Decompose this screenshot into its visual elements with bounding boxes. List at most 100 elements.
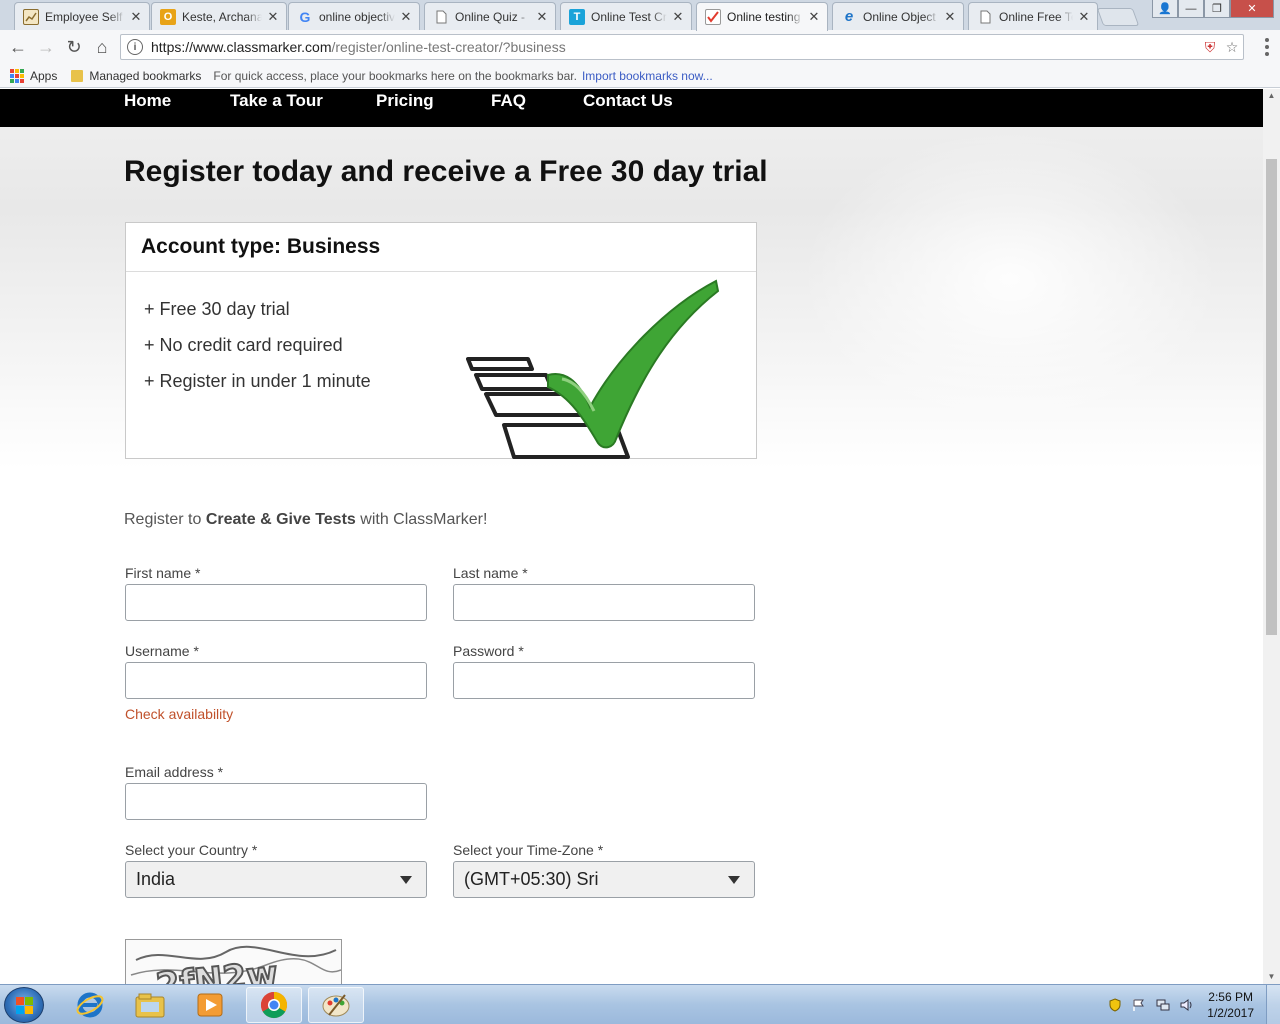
close-window-button[interactable]: ✕ — [1230, 0, 1274, 18]
menu-icon[interactable] — [1264, 38, 1270, 56]
paint-icon[interactable] — [308, 987, 364, 1023]
captcha-text: 2fN2w — [154, 954, 279, 984]
reload-icon[interactable]: ↻ — [60, 33, 88, 61]
tab-employee-self[interactable]: Employee Self ✕ — [14, 2, 150, 30]
nav-home[interactable]: Home — [124, 91, 171, 111]
folder-icon[interactable] — [71, 69, 84, 82]
file-explorer-icon[interactable] — [122, 987, 178, 1023]
tab-title: Online Object — [863, 9, 936, 24]
url-text[interactable]: https://www.classmarker.com/register/onl… — [151, 39, 1199, 55]
address-bar[interactable]: i https://www.classmarker.com/register/o… — [120, 34, 1244, 60]
tab-online-test-creator[interactable]: T Online Test Cr ✕ — [560, 2, 692, 30]
forward-icon[interactable]: → — [32, 33, 60, 61]
nav-take-a-tour[interactable]: Take a Tour — [230, 91, 323, 111]
tab-keste-archana[interactable]: O Keste, Archana ✕ — [151, 2, 287, 30]
site-nav: Home Take a Tour Pricing FAQ Contact Us — [0, 89, 1263, 127]
browser-tab-strip: Employee Self ✕ O Keste, Archana ✕ G onl… — [0, 0, 1280, 31]
benefits-list: + Free 30 day trial + No credit card req… — [144, 299, 371, 407]
network-icon[interactable] — [1156, 998, 1170, 1012]
tab-online-free-test[interactable]: Online Free Te ✕ — [968, 2, 1098, 30]
timezone-select[interactable]: (GMT+05:30) Sri — [453, 861, 755, 898]
bookmarks-bar: Apps Managed bookmarks For quick access,… — [0, 64, 1280, 88]
tab-close-icon[interactable]: ✕ — [399, 9, 413, 25]
email-label: Email address * — [125, 764, 224, 780]
minimize-button[interactable]: — — [1178, 0, 1204, 18]
bookmarks-hint: For quick access, place your bookmarks h… — [213, 68, 577, 83]
managed-bookmarks[interactable]: Managed bookmarks — [89, 69, 201, 83]
tab-online-testing[interactable]: Online testing ✕ — [696, 2, 828, 31]
tab-title: Online Free Te — [999, 9, 1073, 24]
password-field[interactable] — [453, 662, 755, 699]
profile-icon[interactable]: 👤 — [1152, 0, 1178, 18]
volume-icon[interactable] — [1180, 998, 1194, 1012]
first-name-label: First name * — [125, 565, 201, 581]
page-scrollbar[interactable]: ▲ ▼ — [1263, 89, 1280, 984]
windows-logo-icon — [16, 997, 33, 1014]
back-icon[interactable]: ← — [4, 33, 32, 61]
tab-close-icon[interactable]: ✕ — [1077, 9, 1091, 25]
show-desktop-button[interactable] — [1266, 985, 1280, 1024]
home-icon[interactable]: ⌂ — [88, 33, 116, 61]
benefit-item: + Register in under 1 minute — [144, 371, 371, 391]
username-field[interactable] — [125, 662, 427, 699]
tab-title: Online Quiz - — [455, 9, 526, 24]
last-name-field[interactable] — [453, 584, 755, 621]
start-button[interactable] — [4, 987, 44, 1023]
scroll-down-icon[interactable]: ▼ — [1263, 970, 1280, 984]
nav-faq[interactable]: FAQ — [491, 91, 526, 111]
import-bookmarks-link[interactable]: Import bookmarks now... — [582, 69, 713, 83]
chrome-icon[interactable] — [246, 987, 302, 1023]
tab-close-icon[interactable]: ✕ — [943, 9, 957, 25]
nav-contact-us[interactable]: Contact Us — [583, 91, 673, 111]
tab-title: Online testing — [727, 10, 801, 24]
chart-icon — [23, 8, 39, 25]
system-clock[interactable]: 2:56 PM 1/2/2017 — [1207, 989, 1254, 1021]
windows-taskbar: 2:56 PM 1/2/2017 — [0, 984, 1280, 1024]
apps-label[interactable]: Apps — [30, 69, 57, 83]
country-select[interactable]: India — [125, 861, 427, 898]
new-tab-button[interactable] — [1096, 8, 1140, 26]
register-intro: Register to Create & Give Tests with Cla… — [124, 511, 488, 528]
benefit-item: + No credit card required — [144, 335, 343, 355]
scroll-up-icon[interactable]: ▲ — [1263, 89, 1280, 103]
tab-title: online objective — [319, 9, 395, 24]
action-center-flag-icon[interactable] — [1132, 998, 1146, 1012]
account-type-title: Account type: Business — [126, 223, 756, 272]
benefit-item: + Free 30 day trial — [144, 299, 290, 319]
tab-close-icon[interactable]: ✕ — [807, 9, 821, 25]
window-controls: 👤 — ❐ ✕ — [1152, 0, 1274, 18]
media-player-icon[interactable] — [182, 987, 238, 1023]
check-availability-link[interactable]: Check availability — [125, 706, 233, 722]
clock-time: 2:56 PM — [1208, 990, 1253, 1004]
security-shield-icon[interactable] — [1108, 998, 1122, 1012]
outlook-icon: O — [160, 8, 176, 25]
tab-close-icon[interactable]: ✕ — [266, 9, 280, 25]
tab-close-icon[interactable]: ✕ — [535, 9, 549, 25]
timezone-label: Select your Time-Zone * — [453, 842, 604, 858]
checkbox-checkmark-illustration — [466, 279, 720, 459]
restore-button[interactable]: ❐ — [1204, 0, 1230, 18]
scrollbar-thumb[interactable] — [1266, 159, 1277, 635]
internet-explorer-icon[interactable] — [62, 987, 118, 1023]
chevron-down-icon — [728, 876, 740, 884]
tab-close-icon[interactable]: ✕ — [671, 9, 685, 25]
country-value: India — [136, 869, 176, 889]
page-icon — [433, 9, 449, 25]
t-logo-icon: T — [569, 8, 585, 25]
tab-online-object[interactable]: e Online Object ✕ — [832, 2, 964, 30]
site-info-icon[interactable]: i — [127, 39, 143, 55]
tab-close-icon[interactable]: ✕ — [129, 9, 143, 25]
blocked-icon[interactable]: ⛨ — [1199, 39, 1221, 56]
apps-icon[interactable] — [10, 68, 24, 83]
email-field[interactable] — [125, 783, 427, 820]
tab-title: Keste, Archana — [182, 9, 262, 24]
first-name-field[interactable] — [125, 584, 427, 621]
checkmark-icon — [705, 9, 721, 25]
nav-pricing[interactable]: Pricing — [376, 91, 434, 111]
tab-online-quiz[interactable]: Online Quiz - ✕ — [424, 2, 556, 30]
tab-online-objective[interactable]: G online objective ✕ — [288, 2, 420, 30]
account-type-box: Account type: Business + Free 30 day tri… — [125, 222, 757, 459]
page-title: Register today and receive a Free 30 day… — [124, 155, 768, 188]
page-viewport: Home Take a Tour Pricing FAQ Contact Us … — [0, 89, 1263, 984]
bookmark-star-icon[interactable]: ☆ — [1221, 39, 1243, 56]
